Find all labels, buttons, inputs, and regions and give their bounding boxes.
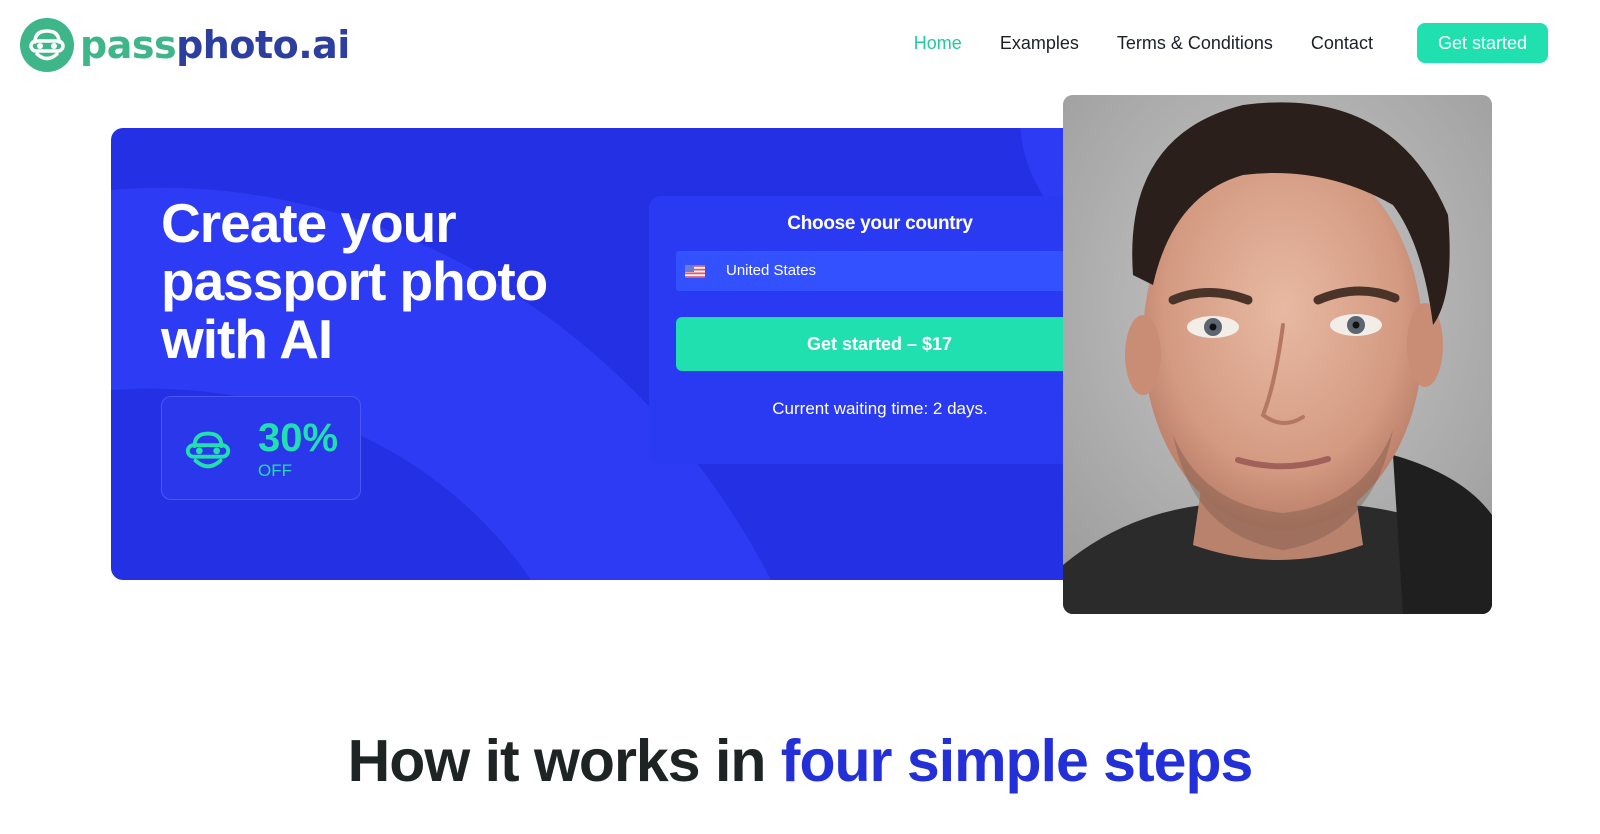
- logo-wordmark: passphoto.ai: [80, 18, 350, 72]
- main-nav: Home Examples Terms & Conditions Contact…: [876, 23, 1548, 63]
- hero-title: Create your passport photo with AI: [161, 192, 548, 370]
- country-card: Choose your country United States Get st…: [649, 196, 1111, 464]
- how-it-works-title: How it works in four simple steps: [0, 730, 1600, 792]
- logo-link[interactable]: passphoto.ai: [20, 18, 350, 72]
- logo-text-photo-ai: photo.ai: [176, 23, 350, 67]
- nav-examples[interactable]: Examples: [1000, 23, 1079, 63]
- robot-face-icon: [20, 18, 74, 72]
- how-it-works-title-accent: four simple steps: [780, 728, 1254, 794]
- us-flag-icon: [685, 264, 705, 278]
- site-header: passphoto.ai Home Examples Terms & Condi…: [0, 0, 1600, 90]
- country-select-value: United States: [726, 262, 817, 279]
- nav-terms[interactable]: Terms & Conditions: [1117, 23, 1273, 63]
- country-card-title: Choose your country: [787, 213, 973, 234]
- country-select[interactable]: United States: [676, 251, 1083, 291]
- waiting-time-text: Current waiting time: 2 days.: [772, 399, 988, 418]
- get-started-price-button[interactable]: Get started – $17: [676, 317, 1083, 371]
- nav-contact[interactable]: Contact: [1311, 23, 1373, 63]
- header-get-started-button[interactable]: Get started: [1416, 23, 1548, 63]
- hero-section: Create your passport photo with AI 30% O…: [111, 128, 1157, 580]
- sample-portrait-photo: [1063, 95, 1492, 614]
- logo-text-pass: pass: [80, 23, 177, 67]
- portrait-illustration: [1063, 95, 1492, 614]
- discount-percent: 30%: [258, 416, 339, 460]
- how-it-works-title-dark: How it works in: [347, 728, 767, 794]
- nav-home[interactable]: Home: [914, 23, 962, 63]
- discount-label: OFF: [258, 461, 292, 480]
- robot-face-icon: [185, 431, 231, 469]
- discount-badge: 30% OFF: [161, 396, 361, 500]
